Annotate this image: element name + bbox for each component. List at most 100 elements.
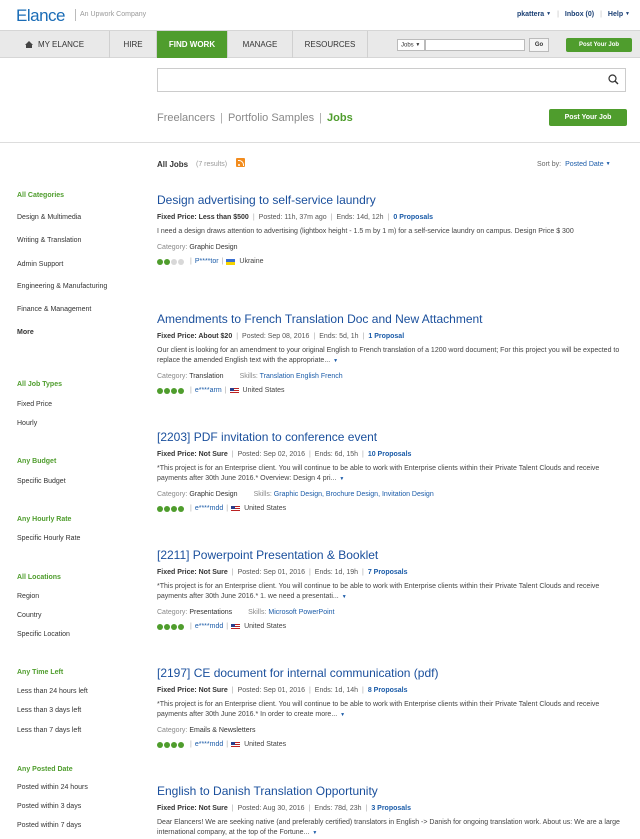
go-button[interactable]: Go	[529, 38, 549, 52]
job-title-link[interactable]: English to Danish Translation Opportunit…	[157, 784, 627, 798]
client-country: United States	[244, 741, 287, 748]
filter-posted-date[interactable]: Posted within 24 hours	[17, 784, 88, 791]
client-rating	[157, 387, 184, 394]
job-title-link[interactable]: [2197] CE document for internal communic…	[157, 666, 627, 680]
post-job-button[interactable]: Post Your Job	[549, 109, 627, 126]
nav-search-input[interactable]	[425, 39, 525, 51]
post-job-button-nav[interactable]: Post Your Job	[566, 38, 632, 52]
job-description: *This project is for an Enterprise clien…	[157, 582, 627, 602]
divider: |	[190, 741, 192, 748]
rss-icon[interactable]	[236, 158, 245, 167]
user-menu[interactable]: pkattera ▼	[517, 11, 551, 18]
filter-all-job-types[interactable]: All Job Types	[17, 381, 62, 388]
rating-dot	[164, 258, 170, 265]
filter-more-link[interactable]: More	[17, 329, 34, 336]
job-ends: Ends: 6d, 15h	[314, 451, 358, 458]
filter-time-left[interactable]: Less than 7 days left	[17, 727, 81, 734]
client-name-link[interactable]: e****mdd	[195, 741, 223, 748]
job-ends: Ends: 14d, 12h	[336, 214, 384, 221]
search-icon[interactable]	[608, 74, 619, 85]
filter-location[interactable]: Region	[17, 593, 39, 600]
job-proposals-link[interactable]: 1 Proposal	[368, 333, 404, 340]
job-posted: Posted: Sep 01, 2016	[237, 569, 305, 576]
filter-time-left[interactable]: Less than 24 hours left	[17, 688, 88, 695]
nav-resources[interactable]: RESOURCES	[293, 31, 368, 58]
job-posted: Posted: Sep 01, 2016	[237, 687, 305, 694]
search-input[interactable]	[157, 68, 626, 92]
job-skills-link[interactable]: Translation English French	[260, 373, 343, 380]
job-posted: Posted: Sep 02, 2016	[237, 451, 305, 458]
job-title-link[interactable]: [2211] Powerpoint Presentation & Booklet	[157, 548, 627, 562]
job-posted: Posted: Sep 08, 2016	[242, 333, 310, 340]
divider: |	[190, 258, 192, 265]
divider: |	[319, 112, 323, 124]
filter-category[interactable]: Writing & Translation	[17, 237, 81, 244]
expand-description-icon[interactable]: ▼	[340, 712, 345, 718]
filter-location[interactable]: Specific Location	[17, 631, 70, 638]
filter-posted-date[interactable]: Posted within 3 days	[17, 803, 81, 810]
divider: |	[190, 505, 192, 512]
job-title-link[interactable]: Amendments to French Translation Doc and…	[157, 312, 627, 326]
tab-jobs[interactable]: Jobs	[327, 112, 353, 124]
client-name-link[interactable]: e****mdd	[195, 623, 223, 630]
help-label: Help	[607, 11, 624, 18]
job-category: Presentations	[189, 609, 233, 616]
job-proposals-link[interactable]: 0 Proposals	[393, 214, 433, 221]
job-title-link[interactable]: [2203] PDF invitation to conference even…	[157, 430, 627, 444]
filter-category[interactable]: Design & Multimedia	[17, 214, 81, 221]
rating-dot	[178, 387, 184, 394]
filter-location[interactable]: Country	[17, 612, 42, 619]
search-scope-select[interactable]: Jobs ▼	[397, 39, 425, 51]
client-name-link[interactable]: e****arm	[195, 387, 222, 394]
divider: |	[387, 214, 390, 221]
expand-description-icon[interactable]: ▼	[342, 594, 347, 600]
job-title-link[interactable]: Design advertising to self-service laund…	[157, 193, 627, 207]
category-label: Category:	[157, 609, 188, 616]
filter-hourly-rate[interactable]: Specific Hourly Rate	[17, 535, 80, 542]
job-ends: Ends: 78d, 23h	[314, 805, 362, 812]
job-ends: Ends: 1d, 14h	[314, 687, 358, 694]
chevron-down-icon: ▼	[605, 161, 611, 168]
filter-budget[interactable]: Specific Budget	[17, 478, 66, 485]
job-skills-link[interactable]: Microsoft PowerPoint	[268, 609, 334, 616]
category-label: Category:	[157, 491, 188, 498]
job-proposals-link[interactable]: 7 Proposals	[368, 569, 408, 576]
help-menu[interactable]: Help ▼	[608, 11, 630, 18]
filter-posted-date[interactable]: Posted within 7 days	[17, 822, 81, 829]
sort-select[interactable]: Posted Date ▼	[565, 161, 610, 168]
job-meta: Fixed Price: About $20 | Posted: Sep 08, 2…	[157, 333, 627, 340]
job-proposals-link[interactable]: 8 Proposals	[368, 687, 408, 694]
filter-any-hourly-rate[interactable]: Any Hourly Rate	[17, 516, 71, 523]
filter-category[interactable]: Finance & Management	[17, 306, 91, 313]
filter-all-locations[interactable]: All Locations	[17, 574, 61, 581]
nav-hire[interactable]: HIRE	[110, 31, 157, 58]
divider: |	[221, 258, 224, 265]
filter-all-categories[interactable]: All Categories	[17, 192, 64, 199]
chevron-down-icon: ▼	[546, 11, 552, 18]
job-proposals-link[interactable]: 3 Proposals	[371, 805, 411, 812]
filter-any-posted-date[interactable]: Any Posted Date	[17, 766, 73, 773]
job-proposals-link[interactable]: 10 Proposals	[368, 451, 412, 458]
inbox-link[interactable]: Inbox (0)	[565, 11, 594, 18]
filter-job-type[interactable]: Fixed Price	[17, 401, 52, 408]
client-name-link[interactable]: P****tor	[195, 258, 219, 265]
expand-description-icon[interactable]: ▼	[333, 358, 338, 364]
tab-freelancers[interactable]: Freelancers	[157, 112, 215, 124]
elance-logo[interactable]: Elance	[16, 6, 65, 26]
expand-description-icon[interactable]: ▼	[312, 830, 317, 836]
job-price: Fixed Price: Not Sure	[157, 569, 228, 576]
filter-category[interactable]: Admin Support	[17, 261, 63, 268]
filter-time-left[interactable]: Less than 3 days left	[17, 707, 81, 714]
filter-any-budget[interactable]: Any Budget	[17, 458, 56, 465]
filter-any-time-left[interactable]: Any Time Left	[17, 669, 63, 676]
chevron-down-icon: ▼	[625, 11, 630, 18]
nav-my-elance[interactable]: MY ELANCE	[0, 31, 110, 58]
nav-manage[interactable]: MANAGE	[228, 31, 293, 58]
filter-category[interactable]: Engineering & Manufacturing	[17, 283, 107, 290]
client-name-link[interactable]: e****mdd	[195, 505, 223, 512]
filter-job-type[interactable]: Hourly	[17, 420, 37, 427]
tab-portfolio-samples[interactable]: Portfolio Samples	[228, 112, 314, 124]
nav-find-work[interactable]: FIND WORK	[157, 31, 228, 58]
job-skills-link[interactable]: Graphic Design, Brochure Design, Invitat…	[274, 491, 434, 498]
expand-description-icon[interactable]: ▼	[339, 476, 344, 482]
